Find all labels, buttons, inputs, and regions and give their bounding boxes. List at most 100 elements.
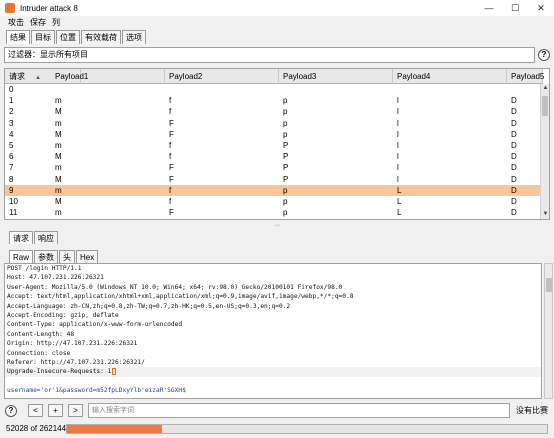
table-row[interactable]: 6 Mf Pl D [5, 151, 543, 162]
table-row[interactable]: 1 m f p l D [5, 95, 543, 106]
request-line: POST /login HTTP/1.1 [7, 265, 82, 272]
tab-options[interactable]: 选项 [122, 30, 146, 44]
table-cell: D [511, 118, 517, 128]
table-row[interactable]: 5 m f Pl D [5, 140, 543, 151]
table-row[interactable]: 2 Mf p l D [5, 106, 543, 117]
table-cell: 6 [9, 152, 14, 162]
request-line: Accept-Encoding: gzip, deflate [7, 311, 119, 319]
editor-scroll-thumb[interactable] [546, 278, 552, 292]
search-options-button[interactable]: + [48, 404, 63, 417]
table-cell: f [169, 185, 172, 195]
results-table-header: 请求 ▲ Payload1 Payload2 Payload3 Payload4 … [5, 69, 544, 84]
tab-positions[interactable]: 位置 [56, 30, 80, 44]
table-cell: D [511, 141, 517, 150]
close-icon[interactable]: ✕ [528, 0, 554, 16]
tab-target[interactable]: 目标 [31, 30, 55, 44]
table-row[interactable]: 9 m f p L D [5, 184, 543, 196]
table-cell: p [283, 107, 288, 117]
table-cell: l [397, 96, 399, 106]
search-result-count: 没有比赛 [516, 406, 548, 415]
table-cell: p [283, 197, 288, 206]
table-cell: F [169, 118, 174, 128]
window-controls: — ☐ ✕ [476, 0, 554, 16]
column-payload2[interactable]: Payload2 [165, 69, 279, 84]
search-help-icon[interactable]: ? [5, 405, 17, 417]
results-scrollbar[interactable]: ▲ ▼ [540, 84, 549, 219]
table-cell: p [283, 208, 288, 218]
table-cell: D [511, 107, 517, 117]
table-row[interactable]: 4 M Fp l D [5, 129, 543, 140]
table-row[interactable]: 11 m Fp L D [5, 207, 543, 218]
request-editor[interactable]: POST /login HTTP/1.1 Host: 47.107.231.22… [4, 263, 542, 399]
tab-payloads[interactable]: 有效载荷 [81, 30, 121, 44]
minimize-icon[interactable]: — [476, 0, 502, 16]
table-row[interactable]: 7 m F Pl D [5, 162, 543, 173]
request-line: Accept-Language: zh-CN,zh;q=0.8,zh-TW;q=… [7, 302, 291, 310]
column-payload3[interactable]: Payload3 [279, 69, 393, 84]
column-payload1[interactable]: Payload1 [51, 69, 165, 84]
table-cell: M [55, 129, 62, 139]
table-cell: D [511, 208, 517, 218]
table-cell: 2 [9, 107, 14, 117]
tab-results[interactable]: 结果 [6, 30, 30, 44]
table-cell: L [397, 185, 402, 195]
table-row[interactable]: 8 M F Pl D [5, 174, 543, 185]
menu-attack[interactable]: 攻击 [8, 17, 24, 28]
table-cell: m [55, 163, 62, 173]
table-row[interactable]: 10 Mf p L D [5, 196, 543, 207]
tab-params[interactable]: 参数 [34, 250, 59, 263]
table-cell: P [283, 152, 289, 162]
tab-request[interactable]: 请求 [9, 231, 33, 244]
table-cell: D [511, 163, 517, 173]
table-cell [165, 84, 169, 95]
request-response-tabs: 请求 响应 [9, 231, 59, 244]
table-cell [51, 84, 55, 95]
table-cell: F [169, 174, 174, 184]
table-cell: 3 [9, 118, 14, 128]
results-table: 请求 ▲ Payload1 Payload2 Payload3 Payload4 … [4, 68, 550, 220]
table-cell: l [397, 152, 399, 162]
editor-scrollbar[interactable] [544, 263, 553, 399]
tab-headers[interactable]: 头 [59, 250, 76, 263]
table-cell: 10 [9, 197, 18, 206]
column-payload4[interactable]: Payload4 [393, 69, 507, 84]
scroll-thumb[interactable] [542, 96, 548, 116]
table-cell: M [55, 152, 62, 162]
tab-response[interactable]: 响应 [34, 231, 58, 244]
table-cell: l [397, 107, 399, 117]
column-payload5[interactable]: Payload5 [507, 69, 544, 84]
table-cell: p [283, 185, 288, 195]
table-cell: F [169, 129, 174, 139]
tab-hex[interactable]: Hex [76, 250, 99, 263]
table-cell [507, 84, 511, 95]
filter-bar[interactable]: 过滤器：显示所有项目 [4, 47, 535, 63]
table-row[interactable]: 3 m Fp l D [5, 118, 543, 129]
table-cell [279, 84, 283, 95]
table-cell: D [511, 197, 517, 206]
table-cell: 11 [9, 208, 18, 218]
table-cell: f [169, 107, 172, 117]
tab-raw[interactable]: Raw [9, 250, 34, 263]
burp-app-icon [5, 3, 15, 13]
menu-bar: 攻击 保存 列 [0, 16, 554, 28]
main-tabs: 结果 目标 位置 有效载荷 选项 [6, 30, 147, 44]
pane-splitter[interactable]: ⋯ [0, 221, 554, 229]
attack-progress-fill [67, 425, 163, 433]
table-cell: L [397, 197, 402, 206]
format-tabs: Raw 参数 头 Hex [9, 250, 99, 263]
table-row[interactable]: 0 [5, 84, 543, 95]
scroll-down-icon[interactable]: ▼ [541, 210, 549, 219]
request-line: Host: 47.107.231.226:26321 [7, 274, 104, 282]
scroll-up-icon[interactable]: ▲ [541, 84, 549, 93]
filter-help-icon[interactable]: ? [538, 49, 550, 61]
menu-save[interactable]: 保存 [30, 17, 46, 28]
maximize-icon[interactable]: ☐ [502, 0, 528, 16]
menu-columns[interactable]: 列 [52, 17, 60, 28]
table-cell: p [283, 118, 288, 128]
table-cell: l [397, 129, 399, 139]
search-input[interactable]: 输入搜索字词 [88, 403, 510, 418]
search-prev-button[interactable]: < [28, 404, 43, 417]
status-bar: 52028 of 262144 [0, 421, 554, 438]
table-cell: P [283, 141, 289, 150]
search-next-button[interactable]: > [68, 404, 83, 417]
